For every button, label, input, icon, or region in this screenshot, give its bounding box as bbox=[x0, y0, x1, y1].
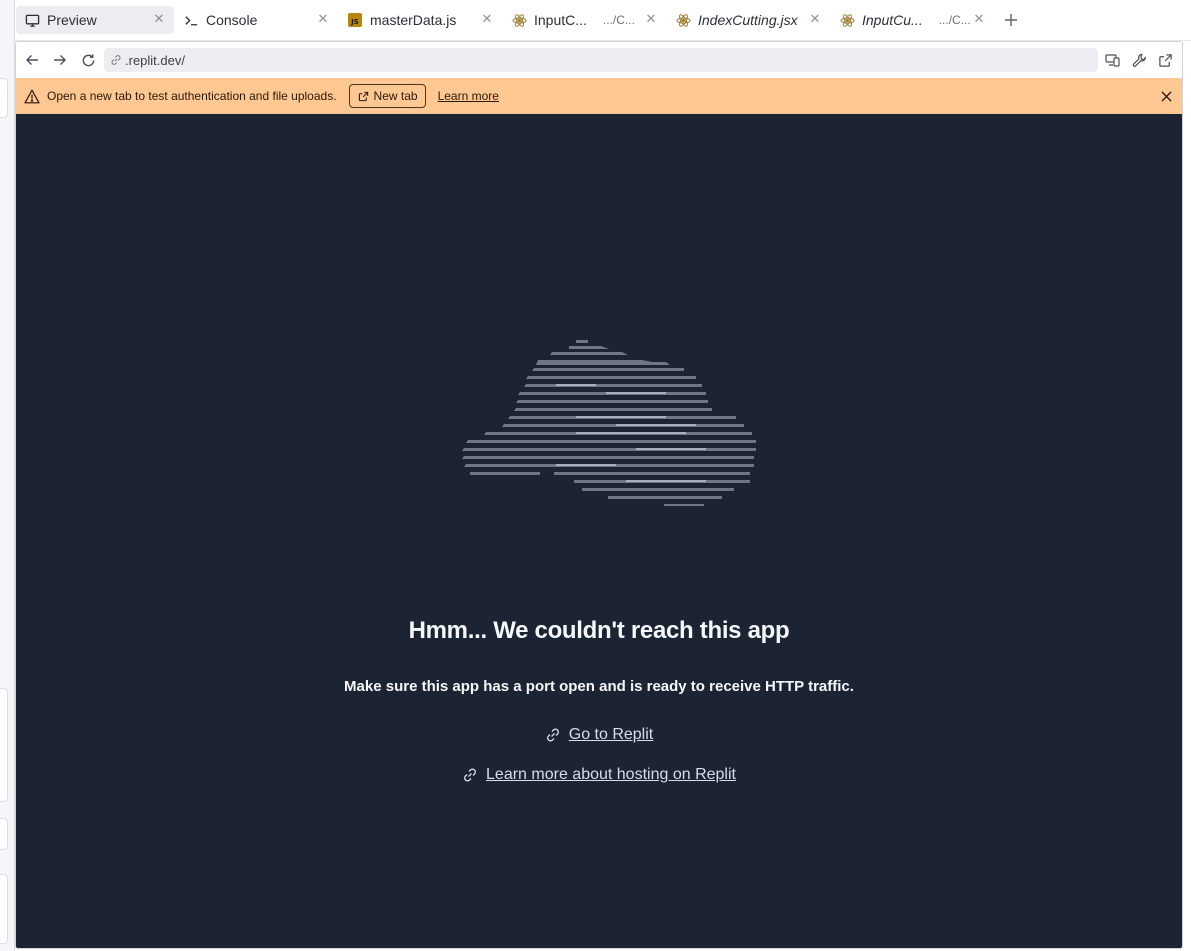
warning-banner: Open a new tab to test authentication an… bbox=[16, 78, 1182, 114]
panel-card bbox=[0, 78, 8, 118]
react-icon bbox=[511, 12, 527, 28]
browser-toolbar: .replit.dev/ bbox=[16, 42, 1182, 78]
link-text: Learn more about hosting on Replit bbox=[486, 766, 736, 783]
external-link-icon bbox=[358, 91, 369, 102]
hosting-docs-link[interactable]: Learn more about hosting on Replit bbox=[16, 766, 1182, 784]
tab-label: masterData.js bbox=[370, 12, 457, 28]
devtools-button[interactable] bbox=[1126, 46, 1152, 74]
close-icon[interactable]: ✕ bbox=[152, 12, 166, 26]
error-subtitle: Make sure this app has a port open and i… bbox=[344, 678, 854, 695]
react-icon bbox=[675, 12, 691, 28]
tab-label: Preview bbox=[47, 12, 97, 28]
tab-inputcu[interactable]: InputCu... .../C... ✕ bbox=[831, 6, 994, 34]
link-icon bbox=[110, 54, 122, 66]
tab-masterdata[interactable]: JS masterData.js ✕ bbox=[339, 6, 502, 34]
add-tab-button[interactable] bbox=[997, 6, 1025, 34]
left-panel-edge bbox=[0, 0, 15, 951]
tab-bar: Preview ✕ Console ✕ JS masterData.js ✕ I… bbox=[15, 0, 1191, 41]
preview-frame: .replit.dev/ Open a new tab to test auth… bbox=[15, 41, 1183, 949]
terminal-icon bbox=[183, 12, 199, 28]
close-icon[interactable]: ✕ bbox=[644, 12, 658, 26]
tab-inputc[interactable]: InputC... .../C... ✕ bbox=[503, 6, 666, 34]
tab-label: IndexCutting.jsx bbox=[698, 12, 798, 28]
device-toggle-button[interactable] bbox=[1100, 46, 1126, 74]
banner-message: Open a new tab to test authentication an… bbox=[47, 89, 337, 103]
link-icon bbox=[462, 767, 478, 783]
go-to-replit-link[interactable]: Go to Replit bbox=[16, 726, 1182, 744]
open-external-button[interactable] bbox=[1152, 46, 1178, 74]
link-icon bbox=[545, 727, 561, 743]
close-icon[interactable]: ✕ bbox=[480, 12, 494, 26]
new-tab-label: New tab bbox=[373, 89, 418, 103]
tab-label: InputC... bbox=[534, 12, 587, 28]
tab-preview[interactable]: Preview ✕ bbox=[16, 6, 174, 34]
error-title: Hmm... We couldn't reach this app bbox=[408, 617, 790, 644]
close-icon[interactable] bbox=[1158, 88, 1174, 104]
link-text: Go to Replit bbox=[568, 726, 654, 743]
close-icon[interactable]: ✕ bbox=[808, 12, 822, 26]
tab-path: .../C... bbox=[938, 13, 971, 27]
url-text: .replit.dev/ bbox=[125, 52, 185, 68]
toolbar-actions bbox=[1100, 46, 1178, 74]
error-page: Hmm... We couldn't reach this app Make s… bbox=[16, 114, 1182, 948]
tab-label: InputCu... bbox=[862, 12, 923, 28]
forward-button[interactable] bbox=[46, 46, 74, 74]
learn-more-link[interactable]: Learn more bbox=[438, 89, 499, 103]
tab-path: .../C... bbox=[602, 13, 635, 27]
panel-card bbox=[0, 818, 8, 850]
warning-icon bbox=[24, 89, 40, 104]
panel-card bbox=[0, 874, 8, 944]
svg-text:JS: JS bbox=[350, 18, 359, 26]
new-tab-button[interactable]: New tab bbox=[348, 84, 426, 108]
reload-button[interactable] bbox=[74, 46, 102, 74]
monitor-icon bbox=[24, 12, 40, 28]
react-icon bbox=[839, 12, 855, 28]
close-icon[interactable]: ✕ bbox=[972, 12, 986, 26]
address-input[interactable]: .replit.dev/ bbox=[104, 48, 1098, 72]
back-button[interactable] bbox=[18, 46, 46, 74]
tab-console[interactable]: Console ✕ bbox=[175, 6, 338, 34]
ascii-cloud-illustration bbox=[462, 340, 756, 506]
panel-card bbox=[0, 688, 8, 802]
tab-label: Console bbox=[206, 12, 258, 28]
close-icon[interactable]: ✕ bbox=[316, 12, 330, 26]
js-file-icon: JS bbox=[347, 12, 363, 28]
tab-indexcutting[interactable]: IndexCutting.jsx ✕ bbox=[667, 6, 830, 34]
